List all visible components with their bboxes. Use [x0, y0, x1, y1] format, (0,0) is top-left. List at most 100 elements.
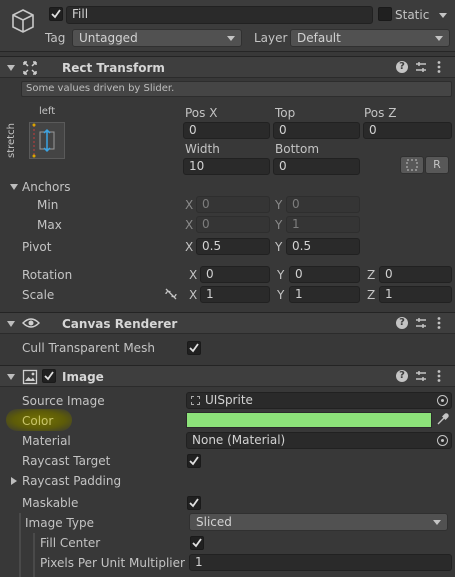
max-y-axis-label: Y: [275, 218, 283, 232]
kebab-menu-icon[interactable]: [434, 369, 444, 383]
material-field[interactable]: None (Material): [186, 432, 452, 449]
pivot-x-field[interactable]: 0.5: [196, 238, 270, 255]
width-field[interactable]: 10: [183, 158, 270, 175]
foldout-arrow-icon[interactable]: [7, 65, 15, 71]
eyedropper-icon[interactable]: [436, 413, 449, 429]
layer-value: Default: [297, 31, 341, 45]
rotation-label: Rotation: [22, 268, 73, 282]
rect-transform-title: Rect Transform: [62, 61, 165, 75]
color-swatch[interactable]: [186, 412, 432, 428]
tag-label: Tag: [45, 31, 66, 45]
image-title: Image: [62, 370, 104, 384]
min-x-axis-label: X: [185, 198, 194, 212]
anchor-min-x-field: 0: [196, 196, 270, 213]
pivot-x-axis-label[interactable]: X: [185, 239, 193, 255]
scale-z-axis-label[interactable]: Z: [367, 287, 375, 303]
foldout-arrow-icon[interactable]: [7, 321, 15, 327]
rotation-y-field[interactable]: 0: [289, 266, 360, 283]
presets-icon[interactable]: [415, 61, 427, 76]
rotation-y-axis-label[interactable]: Y: [277, 267, 284, 283]
object-picker-icon[interactable]: [437, 435, 448, 446]
tag-dropdown[interactable]: Untagged: [72, 29, 242, 47]
maskable-checkbox[interactable]: [187, 496, 201, 510]
anchor-presets-button[interactable]: [29, 122, 65, 159]
image-type-group-line: [19, 513, 21, 577]
image-enabled-checkbox[interactable]: [42, 369, 56, 383]
object-picker-icon[interactable]: [437, 395, 448, 406]
pixels-per-unit-field[interactable]: 1: [189, 554, 452, 571]
scale-x-axis-label[interactable]: X: [189, 287, 197, 303]
anchors-foldout-arrow-icon[interactable]: [10, 184, 18, 190]
chevron-down-icon: [435, 36, 443, 41]
static-label: Static: [395, 8, 430, 22]
raycast-padding-foldout-arrow-icon[interactable]: [11, 477, 17, 485]
help-icon[interactable]: ?: [396, 317, 408, 329]
scale-x-field[interactable]: 1: [200, 286, 270, 303]
scale-y-field[interactable]: 1: [289, 286, 360, 303]
image-type-dropdown[interactable]: Sliced: [189, 513, 448, 531]
anchors-label: Anchors: [22, 180, 71, 194]
raycast-target-label: Raycast Target: [22, 454, 111, 468]
layer-dropdown[interactable]: Default: [290, 29, 450, 47]
static-dropdown-arrow[interactable]: [439, 13, 447, 18]
image-component-icon: [22, 369, 38, 388]
source-image-label: Source Image: [22, 394, 105, 408]
bottom-label: Bottom: [275, 142, 320, 156]
rect-transform-header[interactable]: Rect Transform ?: [0, 56, 455, 78]
material-label: Material: [22, 434, 71, 448]
static-checkbox[interactable]: [378, 7, 392, 21]
source-image-value: UISprite: [205, 393, 253, 407]
anchor-max-x-field: 0: [196, 216, 270, 233]
chevron-down-icon: [433, 520, 441, 525]
raycast-padding-label[interactable]: Raycast Padding: [22, 473, 121, 489]
presets-icon[interactable]: [415, 317, 427, 332]
pivot-y-field[interactable]: 0.5: [286, 238, 360, 255]
pos-z-field[interactable]: 0: [363, 122, 452, 139]
gameobject-name-field[interactable]: Fill: [66, 6, 373, 24]
fill-center-checkbox[interactable]: [190, 536, 204, 550]
source-image-field[interactable]: UISprite: [186, 392, 452, 409]
chevron-down-icon: [227, 36, 235, 41]
anchors-min-label: Min: [37, 198, 59, 212]
kebab-menu-icon[interactable]: [434, 60, 444, 74]
help-icon[interactable]: ?: [396, 61, 408, 73]
help-icon[interactable]: ?: [396, 370, 408, 382]
maskable-label: Maskable: [22, 496, 79, 510]
anchor-max-y-field: 1: [286, 216, 360, 233]
anchors-max-label: Max: [37, 218, 62, 232]
unlinked-scale-icon[interactable]: [164, 288, 178, 303]
canvas-renderer-header[interactable]: Canvas Renderer ?: [0, 312, 455, 334]
presets-icon[interactable]: [415, 370, 427, 385]
gameobject-active-checkbox[interactable]: [49, 7, 63, 21]
bottom-field[interactable]: 0: [273, 158, 360, 175]
kebab-menu-icon[interactable]: [434, 316, 444, 330]
blueprint-mode-button[interactable]: [400, 156, 424, 174]
rotation-z-axis-label[interactable]: Z: [367, 267, 375, 283]
tag-value: Untagged: [79, 31, 138, 45]
foldout-arrow-icon[interactable]: [7, 374, 15, 380]
pos-x-field[interactable]: 0: [183, 122, 270, 139]
rotation-z-field[interactable]: 0: [379, 266, 452, 283]
driven-info-box: Some values driven by Slider.: [21, 81, 452, 97]
material-value: None (Material): [192, 433, 286, 447]
image-type-value: Sliced: [196, 515, 232, 529]
raw-edit-button[interactable]: R: [425, 156, 449, 174]
rotation-x-field[interactable]: 0: [200, 266, 270, 283]
fill-center-group-line: [33, 533, 35, 577]
top-field[interactable]: 0: [273, 122, 360, 139]
driven-info-text: Some values driven by Slider.: [26, 83, 175, 94]
scale-z-field[interactable]: 1: [379, 286, 452, 303]
pos-x-label: Pos X: [185, 106, 218, 120]
gameobject-cube-icon: [10, 8, 36, 37]
pivot-label: Pivot: [22, 240, 52, 254]
pivot-y-axis-label[interactable]: Y: [275, 239, 282, 255]
rect-transform-icon: [22, 60, 38, 79]
min-y-axis-label: Y: [275, 198, 283, 212]
cull-transparent-mesh-checkbox[interactable]: [187, 341, 201, 355]
rotation-x-axis-label[interactable]: X: [189, 267, 197, 283]
image-header[interactable]: Image ?: [0, 365, 455, 387]
scale-y-axis-label[interactable]: Y: [277, 287, 284, 303]
sprite-icon: [191, 396, 200, 405]
raycast-target-checkbox[interactable]: [187, 454, 201, 468]
pixels-per-unit-label: Pixels Per Unit Multiplier: [40, 556, 185, 570]
